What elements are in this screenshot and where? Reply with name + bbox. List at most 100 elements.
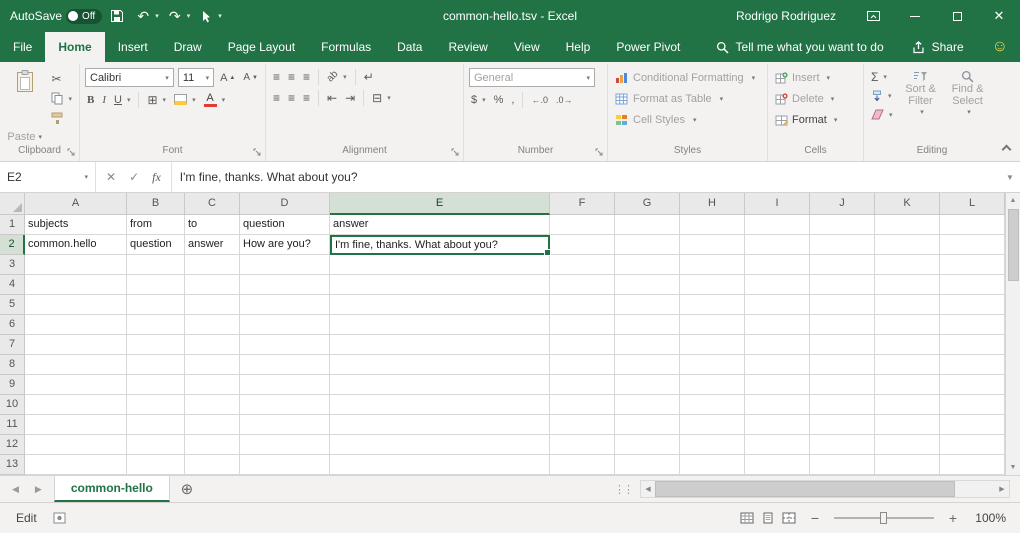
- cell-D13[interactable]: [240, 455, 330, 475]
- cell-D9[interactable]: [240, 375, 330, 395]
- cell-F11[interactable]: [550, 415, 615, 435]
- formula-input[interactable]: I'm fine, thanks. What about you?: [172, 162, 1000, 192]
- cell-D12[interactable]: [240, 435, 330, 455]
- delete-cells-button[interactable]: Delete▾: [773, 89, 858, 108]
- cell-L10[interactable]: [940, 395, 1005, 415]
- cell-I8[interactable]: [745, 355, 810, 375]
- cell-I13[interactable]: [745, 455, 810, 475]
- cut-button[interactable]: ✂: [49, 70, 74, 87]
- cell-C9[interactable]: [185, 375, 240, 395]
- cell-K11[interactable]: [875, 415, 940, 435]
- cell-E12[interactable]: [330, 435, 550, 455]
- cell-A3[interactable]: [25, 255, 127, 275]
- cell-I7[interactable]: [745, 335, 810, 355]
- redo-button[interactable]: ↷: [164, 4, 186, 28]
- ribbon-tab-page-layout[interactable]: Page Layout: [215, 32, 308, 62]
- cell-I3[interactable]: [745, 255, 810, 275]
- cell-L9[interactable]: [940, 375, 1005, 395]
- ribbon-tab-power-pivot[interactable]: Power Pivot: [603, 32, 693, 62]
- column-header-I[interactable]: I: [745, 193, 810, 215]
- cell-A8[interactable]: [25, 355, 127, 375]
- ribbon-tab-draw[interactable]: Draw: [161, 32, 215, 62]
- column-header-A[interactable]: A: [25, 193, 127, 215]
- scroll-down-arrow[interactable]: ▼: [1006, 460, 1020, 475]
- cell-E5[interactable]: [330, 295, 550, 315]
- column-header-E[interactable]: E: [330, 193, 550, 215]
- align-center-button[interactable]: ≡: [286, 89, 297, 106]
- cell-L1[interactable]: [940, 215, 1005, 235]
- column-header-K[interactable]: K: [875, 193, 940, 215]
- row-header-2[interactable]: 2: [0, 235, 25, 255]
- maximize-button[interactable]: [936, 0, 978, 32]
- cell-F6[interactable]: [550, 315, 615, 335]
- decrease-indent-button[interactable]: ⇤: [325, 89, 339, 106]
- fill-color-button[interactable]: ▾: [172, 91, 198, 108]
- cell-J3[interactable]: [810, 255, 875, 275]
- cell-B6[interactable]: [127, 315, 185, 335]
- cell-J13[interactable]: [810, 455, 875, 475]
- collapse-ribbon-button[interactable]: [1002, 145, 1012, 155]
- column-header-L[interactable]: L: [940, 193, 1005, 215]
- cell-L2[interactable]: [940, 235, 1005, 255]
- increase-font-size-button[interactable]: A▲: [218, 69, 237, 86]
- page-break-view-button[interactable]: [782, 512, 796, 524]
- bold-button[interactable]: B: [85, 91, 96, 108]
- cell-J4[interactable]: [810, 275, 875, 295]
- cell-G10[interactable]: [615, 395, 680, 415]
- cell-K10[interactable]: [875, 395, 940, 415]
- cell-C7[interactable]: [185, 335, 240, 355]
- cell-D11[interactable]: [240, 415, 330, 435]
- format-as-table-button[interactable]: Format as Table▾: [613, 89, 762, 108]
- cell-L5[interactable]: [940, 295, 1005, 315]
- font-dialog-launcher[interactable]: [253, 148, 262, 157]
- cell-E7[interactable]: [330, 335, 550, 355]
- cell-B12[interactable]: [127, 435, 185, 455]
- zoom-slider[interactable]: [834, 517, 934, 519]
- zoom-out-button[interactable]: −: [808, 510, 822, 526]
- cell-A13[interactable]: [25, 455, 127, 475]
- cell-L4[interactable]: [940, 275, 1005, 295]
- save-button[interactable]: [106, 4, 128, 28]
- cell-H9[interactable]: [680, 375, 745, 395]
- cell-E6[interactable]: [330, 315, 550, 335]
- cell-A5[interactable]: [25, 295, 127, 315]
- name-box-dropdown[interactable]: ▾: [84, 173, 88, 181]
- merge-center-button[interactable]: ⊟▾: [370, 89, 393, 106]
- cell-H1[interactable]: [680, 215, 745, 235]
- vertical-scrollbar[interactable]: ▲ ▼: [1005, 193, 1020, 475]
- page-layout-view-button[interactable]: [761, 512, 775, 524]
- cell-D3[interactable]: [240, 255, 330, 275]
- cell-E3[interactable]: [330, 255, 550, 275]
- cell-K12[interactable]: [875, 435, 940, 455]
- increase-indent-button[interactable]: ⇥: [343, 89, 357, 106]
- column-header-H[interactable]: H: [680, 193, 745, 215]
- tab-scroll-grip[interactable]: ⋮⋮: [606, 476, 640, 502]
- row-header-4[interactable]: 4: [0, 275, 25, 295]
- cell-H10[interactable]: [680, 395, 745, 415]
- align-right-button[interactable]: ≡: [301, 89, 312, 106]
- cell-F7[interactable]: [550, 335, 615, 355]
- cell-A6[interactable]: [25, 315, 127, 335]
- vertical-scroll-thumb[interactable]: [1008, 209, 1019, 281]
- cell-E13[interactable]: [330, 455, 550, 475]
- cell-E8[interactable]: [330, 355, 550, 375]
- cell-L3[interactable]: [940, 255, 1005, 275]
- cell-H2[interactable]: [680, 235, 745, 255]
- row-header-7[interactable]: 7: [0, 335, 25, 355]
- cell-L13[interactable]: [940, 455, 1005, 475]
- cell-J12[interactable]: [810, 435, 875, 455]
- cell-C12[interactable]: [185, 435, 240, 455]
- cell-G9[interactable]: [615, 375, 680, 395]
- column-header-D[interactable]: D: [240, 193, 330, 215]
- cell-G13[interactable]: [615, 455, 680, 475]
- cell-C13[interactable]: [185, 455, 240, 475]
- font-color-button[interactable]: A▾: [202, 91, 228, 108]
- ribbon-tab-file[interactable]: File: [0, 32, 45, 62]
- cell-E11[interactable]: [330, 415, 550, 435]
- sheet-tab-common-hello[interactable]: common-hello: [54, 476, 170, 502]
- cell-G3[interactable]: [615, 255, 680, 275]
- cell-H3[interactable]: [680, 255, 745, 275]
- cell-B8[interactable]: [127, 355, 185, 375]
- cell-I10[interactable]: [745, 395, 810, 415]
- row-header-10[interactable]: 10: [0, 395, 25, 415]
